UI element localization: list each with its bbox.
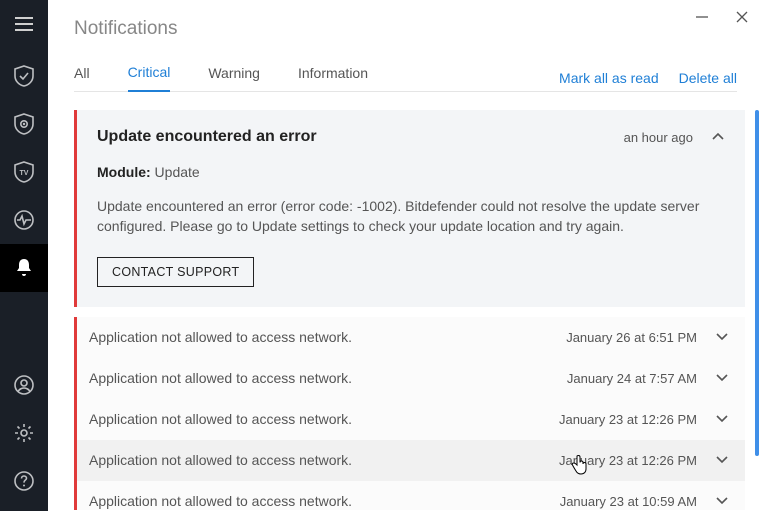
notification-body: Update encountered an error (error code:…: [97, 196, 725, 237]
notification-row[interactable]: Application not allowed to access networ…: [74, 358, 745, 399]
notification-card-expanded[interactable]: Update encountered an error an hour ago …: [74, 110, 745, 307]
notification-row-title: Application not allowed to access networ…: [89, 370, 352, 386]
chevron-up-icon[interactable]: [711, 132, 725, 142]
sidebar-item-settings[interactable]: [0, 409, 48, 457]
window-controls: [695, 10, 749, 24]
sidebar-item-help[interactable]: [0, 457, 48, 505]
notification-time: an hour ago: [624, 130, 693, 145]
tab-all[interactable]: All: [74, 65, 90, 91]
tab-information[interactable]: Information: [298, 65, 368, 91]
svg-text:TV: TV: [20, 170, 29, 177]
notification-row-time: January 23 at 12:26 PM: [559, 412, 697, 427]
notification-row[interactable]: Application not allowed to access networ…: [74, 317, 745, 358]
close-icon[interactable]: [735, 10, 749, 24]
tab-critical[interactable]: Critical: [128, 64, 171, 92]
mark-all-read-link[interactable]: Mark all as read: [559, 70, 659, 86]
notification-row-time: January 23 at 12:26 PM: [559, 453, 697, 468]
notification-row-time: January 24 at 7:57 AM: [567, 371, 697, 386]
notification-title: Update encountered an error: [97, 128, 317, 146]
notification-row[interactable]: Application not allowed to access networ…: [74, 440, 745, 481]
chevron-down-icon[interactable]: [715, 496, 729, 506]
chevron-down-icon[interactable]: [715, 455, 729, 465]
notification-row-title: Application not allowed to access networ…: [89, 411, 352, 427]
minimize-icon[interactable]: [695, 10, 709, 24]
notification-row-time: January 26 at 6:51 PM: [566, 330, 697, 345]
notification-row[interactable]: Application not allowed to access networ…: [74, 481, 745, 510]
notification-row[interactable]: Application not allowed to access networ…: [74, 399, 745, 440]
sidebar-item-account[interactable]: [0, 361, 48, 409]
notification-row-time: January 23 at 10:59 AM: [560, 494, 697, 509]
sidebar-item-activity[interactable]: [0, 196, 48, 244]
chevron-down-icon[interactable]: [715, 414, 729, 424]
tabs-row: All Critical Warning Information Mark al…: [74, 64, 737, 92]
scrollbar[interactable]: [755, 110, 759, 456]
tab-warning[interactable]: Warning: [208, 65, 260, 91]
hamburger-icon[interactable]: [0, 6, 48, 42]
sidebar-item-notifications[interactable]: [0, 244, 48, 292]
delete-all-link[interactable]: Delete all: [679, 70, 737, 86]
sidebar: TV: [0, 0, 48, 511]
notification-row-title: Application not allowed to access networ…: [89, 452, 352, 468]
contact-support-button[interactable]: CONTACT SUPPORT: [97, 257, 254, 287]
module-label: Module:: [97, 164, 151, 180]
chevron-down-icon[interactable]: [715, 332, 729, 342]
sidebar-item-protection[interactable]: [0, 52, 48, 100]
sidebar-item-privacy[interactable]: [0, 100, 48, 148]
content-area: Notifications All Critical Warning Infor…: [48, 0, 763, 511]
notifications-list: Update encountered an error an hour ago …: [74, 110, 763, 510]
notification-row-title: Application not allowed to access networ…: [89, 329, 352, 345]
page-title: Notifications: [74, 18, 763, 40]
notification-row-title: Application not allowed to access networ…: [89, 493, 352, 509]
module-value: Update: [155, 164, 200, 180]
sidebar-item-utilities[interactable]: TV: [0, 148, 48, 196]
notification-module: Module: Update: [97, 164, 725, 180]
chevron-down-icon[interactable]: [715, 373, 729, 383]
